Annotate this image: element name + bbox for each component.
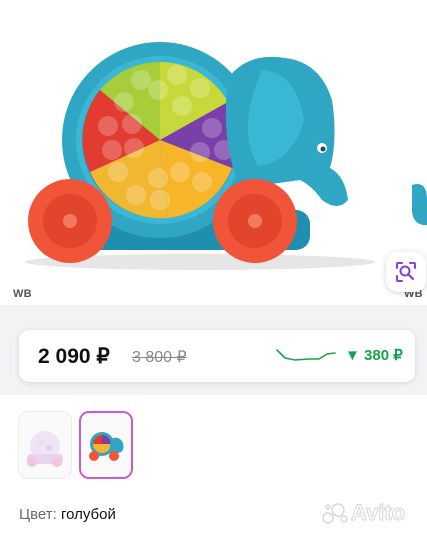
avito-watermark: Avito [322, 499, 406, 527]
avito-watermark-text: Avito [350, 500, 406, 526]
price-drop: ▼ 380 ₽ [345, 347, 403, 364]
avito-logo-icon [322, 503, 348, 524]
old-price: 3 800 ₽ [132, 349, 187, 366]
price-trend-line-icon [276, 349, 336, 361]
variant-pink-image [27, 431, 63, 467]
thumb-variant-blue[interactable] [79, 411, 133, 479]
product-image[interactable]: WB WB [0, 0, 427, 305]
elephant-toy-illustration [25, 42, 427, 270]
current-price: 2 090 ₽ [38, 345, 110, 368]
watermark-left: WB [13, 288, 32, 300]
image-search-icon [396, 262, 416, 282]
variant-blue-image [89, 432, 124, 461]
thumb-variant-pink[interactable] [18, 411, 72, 479]
visual-search-button[interactable] [386, 252, 426, 292]
price-card[interactable]: 2 090 ₽ 3 800 ₽ ▼ 380 ₽ [19, 330, 415, 382]
variant-color: Цвет: голубой [19, 506, 116, 523]
variants-section: Цвет: голубой Avito [0, 395, 427, 540]
color-value: голубой [60, 506, 116, 523]
color-label: Цвет: [19, 506, 57, 523]
